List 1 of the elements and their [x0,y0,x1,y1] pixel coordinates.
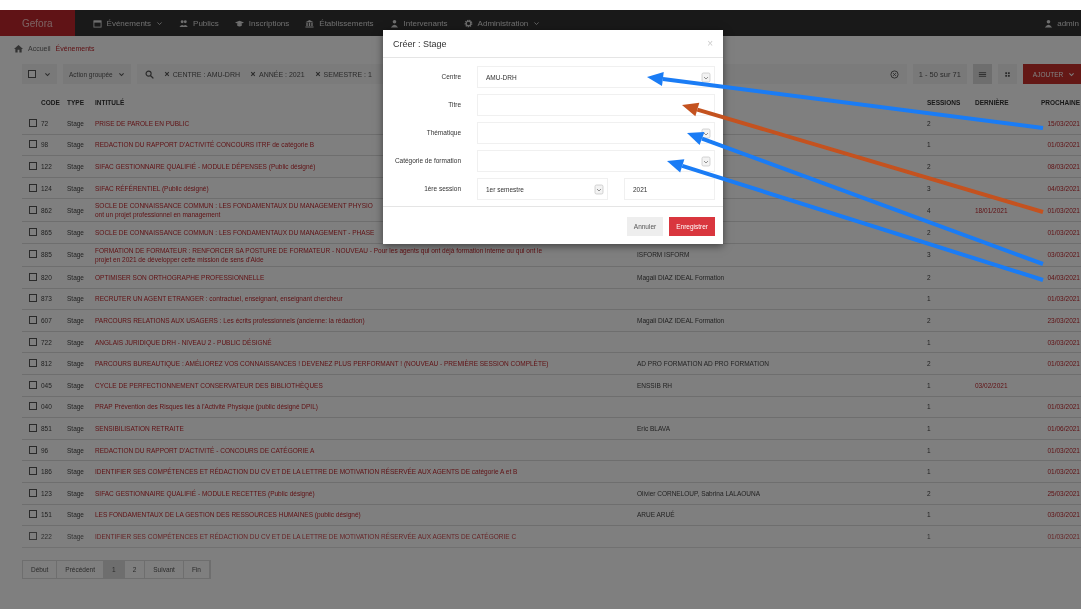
dialog-title: Créer : Stage [393,38,447,49]
